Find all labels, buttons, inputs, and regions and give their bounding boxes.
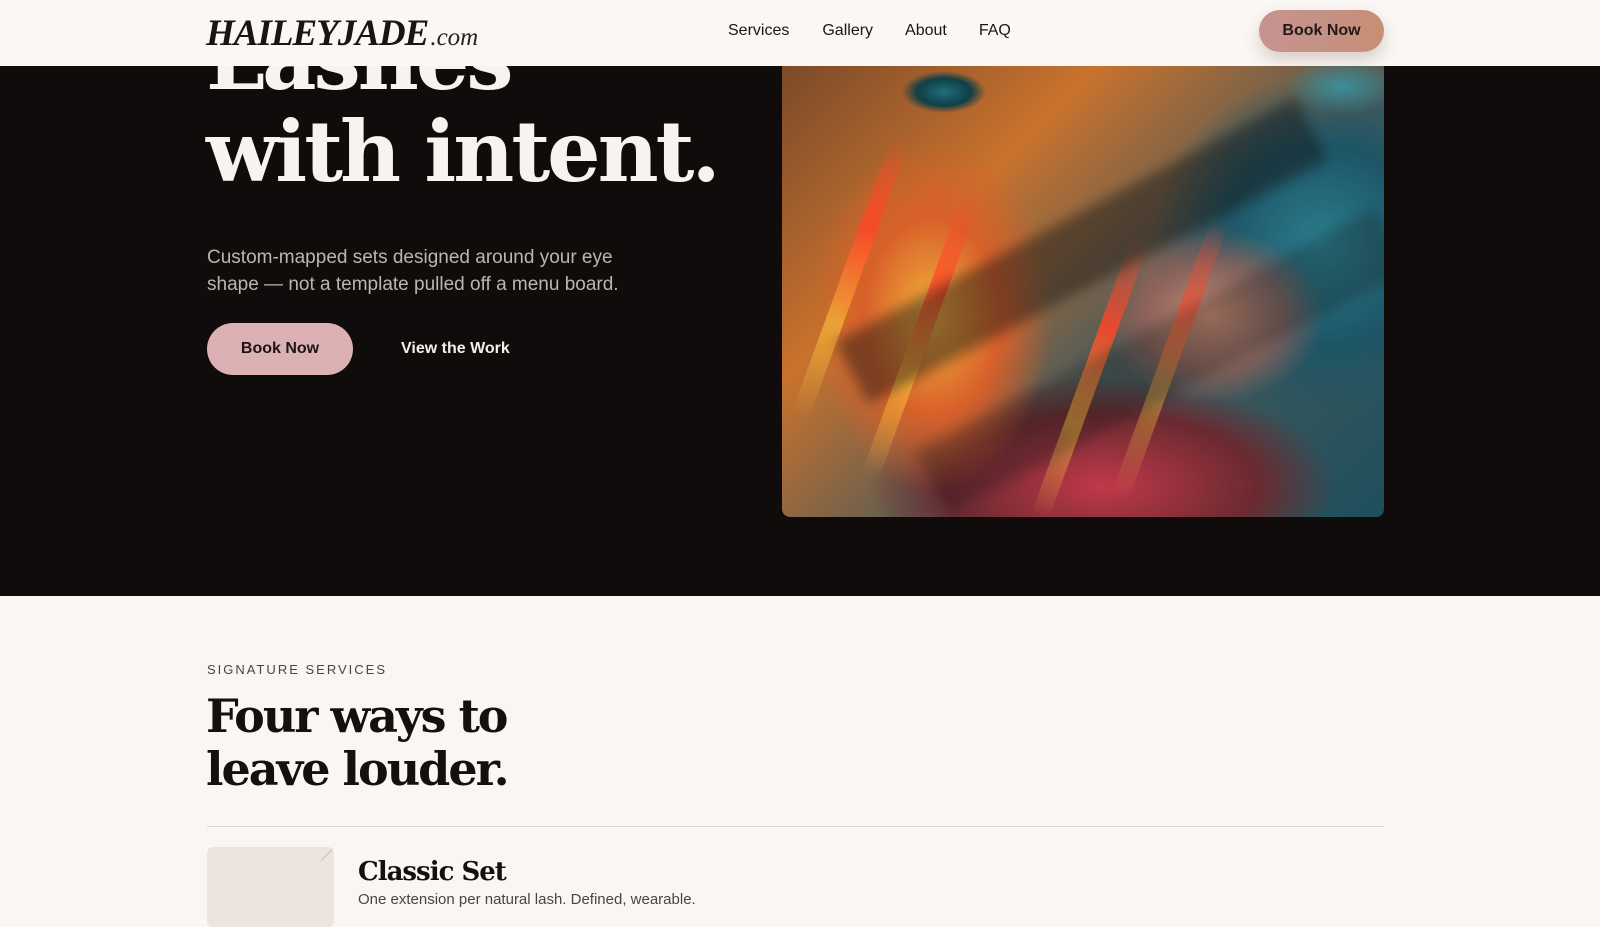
hero-title: Lashes with intent. <box>206 66 721 201</box>
shadow-band <box>836 98 1328 404</box>
service-name[interactable]: Classic Set <box>358 855 507 889</box>
nav-about[interactable]: About <box>905 20 947 42</box>
services-title-line1: Four ways to <box>206 689 508 743</box>
hero-subtitle: Custom-mapped sets designed around your … <box>207 247 619 295</box>
hero-section: Lashes with intent. Custom-mapped sets d… <box>0 66 1600 596</box>
hero-image <box>782 66 1384 517</box>
view-the-work-link[interactable]: View the Work <box>401 338 510 360</box>
site-header: HAILEYJADE.com Services Gallery About FA… <box>0 0 1600 66</box>
nav-services[interactable]: Services <box>728 20 789 42</box>
service-description: One extension per natural lash. Defined,… <box>358 891 696 908</box>
hero-title-line2: with intent. <box>206 102 721 201</box>
nav-gallery[interactable]: Gallery <box>822 20 873 42</box>
services-eyebrow: SIGNATURE SERVICES <box>207 662 387 677</box>
services-title: Four ways to leave louder. <box>206 689 510 796</box>
main-nav: Services Gallery About FAQ <box>728 20 1011 42</box>
divider <box>207 826 1384 827</box>
header-book-now-button[interactable]: Book Now <box>1259 10 1384 52</box>
nav-faq[interactable]: FAQ <box>979 20 1011 42</box>
logo-tld: .com <box>430 24 479 51</box>
logo[interactable]: HAILEYJADE.com <box>206 12 478 60</box>
services-title-line2: leave louder. <box>206 742 510 796</box>
logo-main: HAILEYJADE <box>206 13 429 54</box>
corner-fold <box>320 849 345 873</box>
service-thumbnail <box>207 847 345 927</box>
hero-book-now-button[interactable]: Book Now <box>207 323 353 375</box>
